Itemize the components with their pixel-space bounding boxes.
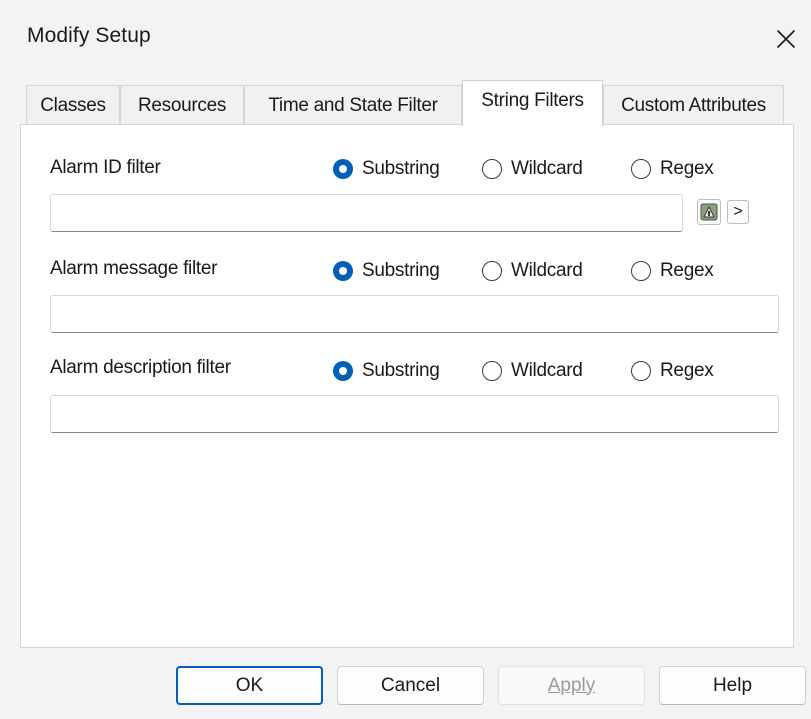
alarm-description-filter-input[interactable] (50, 395, 779, 433)
alarm-description-substring-radio[interactable]: Substring (333, 360, 440, 382)
alarm-message-regex-radio[interactable]: Regex (631, 260, 714, 282)
resource-picker-icon (700, 203, 718, 221)
radio-selected-icon (333, 361, 353, 381)
alarm-message-substring-radio[interactable]: Substring (333, 260, 440, 282)
alarm-id-filter-input[interactable] (50, 194, 683, 232)
tab-resources[interactable]: Resources (120, 85, 244, 125)
help-button[interactable]: Help (659, 666, 806, 705)
apply-button[interactable]: Apply (498, 666, 645, 705)
alarm-id-substring-radio[interactable]: Substring (333, 158, 440, 180)
alarm-description-wildcard-radio[interactable]: Wildcard (482, 360, 583, 382)
tab-time-and-state-filter[interactable]: Time and State Filter (244, 85, 462, 125)
alarm-id-filter-label: Alarm ID filter (50, 157, 161, 178)
alarm-description-regex-radio[interactable]: Regex (631, 360, 714, 382)
radio-selected-icon (333, 159, 353, 179)
tab-custom-attributes[interactable]: Custom Attributes (603, 85, 784, 125)
close-button[interactable] (766, 19, 806, 59)
resource-picker-button[interactable] (697, 199, 721, 225)
chevron-right-icon: > (733, 203, 743, 220)
radio-unselected-icon (482, 361, 502, 381)
expand-button[interactable]: > (727, 200, 749, 224)
alarm-message-wildcard-radio[interactable]: Wildcard (482, 260, 583, 282)
tab-string-filters[interactable]: String Filters (462, 80, 603, 126)
alarm-message-filter-input[interactable] (50, 295, 779, 333)
cancel-button[interactable]: Cancel (337, 666, 484, 705)
radio-unselected-icon (482, 261, 502, 281)
ok-button[interactable]: OK (176, 666, 323, 705)
radio-unselected-icon (631, 261, 651, 281)
radio-unselected-icon (631, 159, 651, 179)
alarm-description-filter-label: Alarm description filter (50, 357, 231, 378)
radio-selected-icon (333, 261, 353, 281)
alarm-id-regex-radio[interactable]: Regex (631, 158, 714, 180)
tab-classes[interactable]: Classes (26, 85, 120, 125)
alarm-message-filter-label: Alarm message filter (50, 258, 218, 279)
radio-unselected-icon (631, 361, 651, 381)
close-icon (777, 30, 795, 48)
alarm-id-wildcard-radio[interactable]: Wildcard (482, 158, 583, 180)
window-title: Modify Setup (27, 24, 151, 47)
title-bar: Modify Setup (0, 0, 811, 80)
radio-unselected-icon (482, 159, 502, 179)
